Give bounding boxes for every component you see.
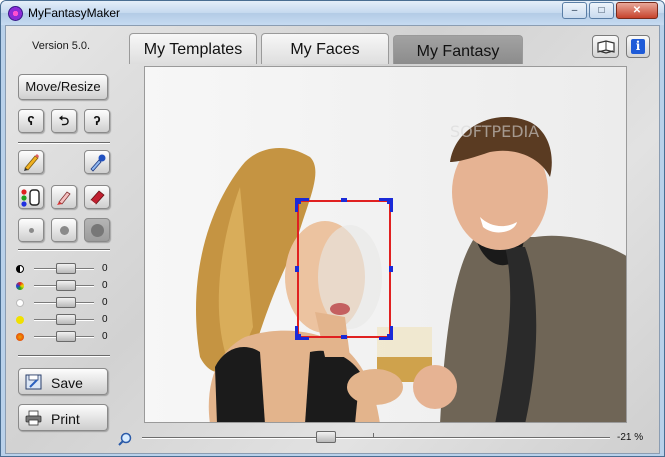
save-button[interactable]: Save	[18, 368, 108, 395]
hue-icon	[16, 282, 24, 290]
red-icon	[16, 333, 24, 341]
info-icon: i	[631, 39, 645, 54]
slider-thumb[interactable]	[56, 331, 76, 342]
photo-image: SOFTPEDIA	[145, 67, 626, 422]
color-picker-button[interactable]	[18, 185, 44, 209]
eyedropper-button[interactable]	[84, 150, 110, 174]
slider-white[interactable]: 0	[14, 297, 114, 309]
slider-value: 0	[102, 297, 108, 308]
rotate-right-button[interactable]: ʔ	[84, 109, 110, 133]
zoom-slider-track[interactable]	[142, 437, 610, 439]
title-bar[interactable]: MyFantasyMaker – □ ✕	[1, 1, 664, 25]
divider	[18, 142, 110, 144]
divider	[18, 355, 110, 357]
slider-thumb[interactable]	[56, 297, 76, 308]
pencil-button[interactable]	[18, 150, 44, 174]
rotate-left-icon: ʕ	[27, 113, 35, 128]
svg-text:SOFTPEDIA: SOFTPEDIA	[450, 122, 539, 141]
book-icon	[596, 40, 615, 54]
close-button[interactable]: ✕	[616, 2, 658, 19]
yellow-icon	[16, 316, 24, 324]
slider-red[interactable]: 0	[14, 331, 114, 343]
app-logo-icon	[8, 6, 23, 21]
printer-icon	[25, 410, 42, 426]
magnifier-icon[interactable]	[118, 432, 132, 446]
main-panel: Version 5.0. My Templates My Faces My Fa…	[5, 25, 660, 454]
tab-my-fantasy[interactable]: My Fantasy	[393, 35, 523, 64]
brush-size-medium[interactable]	[51, 218, 77, 242]
minimize-button[interactable]: –	[562, 2, 587, 19]
print-button[interactable]: Print	[18, 404, 108, 431]
save-icon	[25, 374, 42, 390]
brush-size-small[interactable]	[18, 218, 44, 242]
flip-icon: ⮌	[58, 113, 70, 128]
maximize-button[interactable]: □	[589, 2, 614, 19]
slider-hue[interactable]: 0	[14, 280, 114, 292]
rotate-right-icon: ʔ	[93, 113, 101, 128]
slider-value: 0	[102, 280, 108, 291]
slider-thumb[interactable]	[56, 314, 76, 325]
zoom-slider-thumb[interactable]	[316, 431, 336, 443]
rotate-left-button[interactable]: ʕ	[18, 109, 44, 133]
brush-dot-medium-icon	[60, 226, 69, 235]
brush-size-large[interactable]	[84, 218, 110, 242]
app-window: MyFantasyMaker – □ ✕ Version 5.0. My Tem…	[0, 0, 665, 457]
zoom-tick	[373, 433, 374, 438]
slider-thumb[interactable]	[56, 263, 76, 274]
slider-value: 0	[102, 314, 108, 325]
eraser-icon	[90, 190, 105, 205]
brush-dot-small-icon	[29, 228, 34, 233]
slider-brightness[interactable]: 0	[14, 263, 114, 275]
slider-yellow[interactable]: 0	[14, 314, 114, 326]
brush-dot-large-icon	[91, 224, 104, 237]
slider-value: 0	[102, 331, 108, 342]
slider-value: 0	[102, 263, 108, 274]
help-button[interactable]	[592, 35, 619, 58]
brightness-icon	[16, 265, 24, 273]
print-label: Print	[51, 411, 80, 427]
window-title: MyFantasyMaker	[28, 6, 121, 20]
tab-my-templates[interactable]: My Templates	[129, 33, 257, 64]
window-controls: – □ ✕	[562, 2, 658, 19]
brush-button[interactable]	[51, 185, 77, 209]
info-button[interactable]: i	[626, 35, 650, 58]
eyedropper-icon	[90, 154, 106, 172]
photo-canvas[interactable]: SOFTPEDIA	[144, 66, 627, 423]
eraser-button[interactable]	[84, 185, 110, 209]
brush-icon	[57, 191, 71, 205]
tab-my-faces[interactable]: My Faces	[261, 33, 389, 64]
flip-button[interactable]: ⮌	[51, 109, 77, 133]
divider	[18, 249, 110, 251]
save-label: Save	[51, 375, 83, 391]
pencil-icon	[24, 154, 39, 171]
move-resize-button[interactable]: Move/Resize	[18, 74, 108, 100]
white-icon	[16, 299, 24, 307]
slider-thumb[interactable]	[56, 280, 76, 291]
zoom-value: -21 %	[617, 432, 644, 443]
color-picker-icon	[21, 189, 40, 207]
version-label: Version 5.0.	[32, 40, 91, 52]
